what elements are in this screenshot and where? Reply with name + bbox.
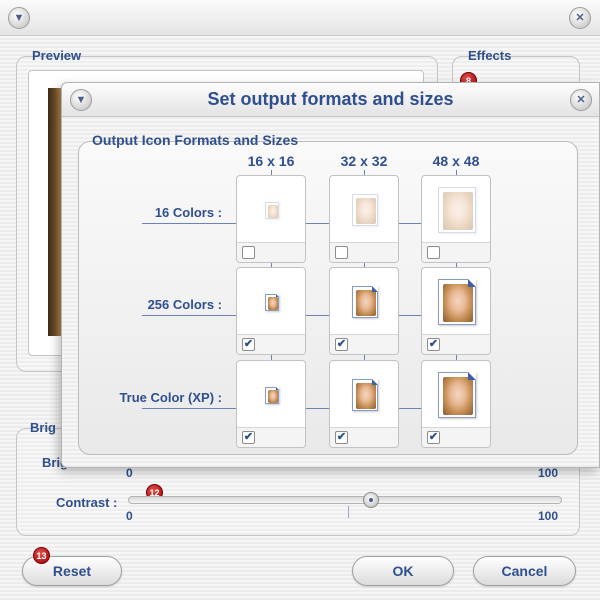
ok-button-label: OK xyxy=(392,563,414,579)
page-fold-icon xyxy=(468,279,476,287)
cell-footer xyxy=(330,242,398,262)
face-thumbnail-icon xyxy=(268,296,278,310)
format-checkbox[interactable]: ✔ xyxy=(335,431,348,444)
format-checkbox[interactable] xyxy=(335,246,348,259)
column-header-3: 48 x 48 xyxy=(432,153,480,169)
face-thumbnail-icon xyxy=(356,290,376,316)
face-thumbnail-icon xyxy=(356,198,376,224)
cell-footer xyxy=(237,242,305,262)
cell-footer: ✔ xyxy=(237,334,305,354)
format-cell[interactable] xyxy=(236,175,306,263)
row-label-2: 256 Colors : xyxy=(147,297,222,312)
contrast-max: 100 xyxy=(538,509,559,523)
face-thumbnail-icon xyxy=(443,192,473,230)
format-checkbox[interactable]: ✔ xyxy=(335,338,348,351)
icon-preview xyxy=(352,286,378,318)
format-checkbox[interactable]: ✔ xyxy=(427,338,440,351)
column-header-2: 32 x 32 xyxy=(340,153,388,169)
face-thumbnail-icon xyxy=(268,389,278,403)
cell-footer: ✔ xyxy=(330,334,398,354)
cancel-button-label: Cancel xyxy=(501,563,548,579)
contrast-slider-thumb[interactable] xyxy=(363,492,379,508)
format-checkbox[interactable]: ✔ xyxy=(242,431,255,444)
page-fold-icon xyxy=(468,372,476,380)
dialog-title: Set output formats and sizes xyxy=(207,89,454,109)
cell-connector xyxy=(306,408,329,409)
row-connector xyxy=(142,223,236,224)
row-connector xyxy=(142,408,236,409)
row-label-1: 16 Colors : xyxy=(154,205,222,220)
format-cell[interactable]: ✔ xyxy=(236,360,306,448)
cell-footer: ✔ xyxy=(422,427,490,447)
format-checkbox[interactable] xyxy=(427,246,440,259)
window-menu-button[interactable]: ▼ xyxy=(8,7,30,29)
format-cell[interactable]: ✔ xyxy=(329,360,399,448)
main-titlebar: ▼ ✕ xyxy=(0,0,600,36)
format-checkbox[interactable]: ✔ xyxy=(242,338,255,351)
cell-footer: ✔ xyxy=(330,427,398,447)
chevron-down-icon: ▼ xyxy=(13,11,25,24)
close-icon: ✕ xyxy=(575,11,585,24)
icon-preview xyxy=(265,201,279,219)
face-thumbnail-icon xyxy=(443,284,473,322)
contrast-min: 0 xyxy=(126,509,133,523)
face-thumbnail-icon xyxy=(443,377,473,415)
format-cell[interactable]: ✔ xyxy=(236,267,306,355)
cell-connector xyxy=(306,223,329,224)
brightness-max: 100 xyxy=(538,466,559,480)
output-formats-group-title: Output Icon Formats and Sizes xyxy=(92,132,299,148)
format-cell[interactable] xyxy=(421,175,491,263)
row-label-3: True Color (XP) : xyxy=(119,390,222,405)
reset-badge: 13 xyxy=(33,547,50,564)
page-fold-icon xyxy=(276,386,279,390)
contrast-label: Contrast : xyxy=(56,495,118,510)
icon-preview xyxy=(438,187,476,233)
cell-footer: ✔ xyxy=(237,427,305,447)
icon-preview xyxy=(438,372,476,418)
contrast-slider-track[interactable] xyxy=(128,496,562,504)
preview-title: Preview xyxy=(32,48,82,63)
page-fold-icon xyxy=(372,286,378,292)
face-thumbnail-icon xyxy=(268,204,278,218)
window-close-button[interactable]: ✕ xyxy=(569,7,591,29)
output-formats-dialog: ▼ Set output formats and sizes ✕ Output … xyxy=(61,82,600,468)
format-cell[interactable]: ✔ xyxy=(421,267,491,355)
format-cell[interactable]: ✔ xyxy=(421,360,491,448)
close-icon: ✕ xyxy=(576,93,586,106)
cell-footer: ✔ xyxy=(422,334,490,354)
brightness-min: 0 xyxy=(126,466,133,480)
row-connector xyxy=(142,315,236,316)
icon-preview xyxy=(438,279,476,325)
format-cell[interactable] xyxy=(329,175,399,263)
cell-connector xyxy=(399,408,421,409)
dialog-close-button[interactable]: ✕ xyxy=(570,89,592,111)
cell-connector xyxy=(399,315,421,316)
format-checkbox[interactable]: ✔ xyxy=(427,431,440,444)
icon-preview xyxy=(352,379,378,411)
cell-connector xyxy=(306,315,329,316)
format-checkbox[interactable] xyxy=(242,246,255,259)
cancel-button[interactable]: Cancel xyxy=(473,556,576,586)
reset-button-label: Reset xyxy=(52,563,92,579)
face-thumbnail-icon xyxy=(356,383,376,409)
icon-preview xyxy=(265,293,279,311)
page-fold-icon xyxy=(276,293,279,297)
brightness-group-title: Brig xyxy=(30,420,56,435)
column-header-1: 16 x 16 xyxy=(247,153,295,169)
icon-preview xyxy=(352,194,378,226)
icon-preview xyxy=(265,386,279,404)
page-fold-icon xyxy=(372,379,378,385)
dialog-titlebar: ▼ Set output formats and sizes ✕ xyxy=(62,83,599,117)
ok-button[interactable]: OK xyxy=(352,556,454,586)
cell-footer xyxy=(422,242,490,262)
effects-title: Effects xyxy=(468,48,512,63)
cell-connector xyxy=(399,223,421,224)
format-cell[interactable]: ✔ xyxy=(329,267,399,355)
contrast-center-tick xyxy=(348,506,349,518)
